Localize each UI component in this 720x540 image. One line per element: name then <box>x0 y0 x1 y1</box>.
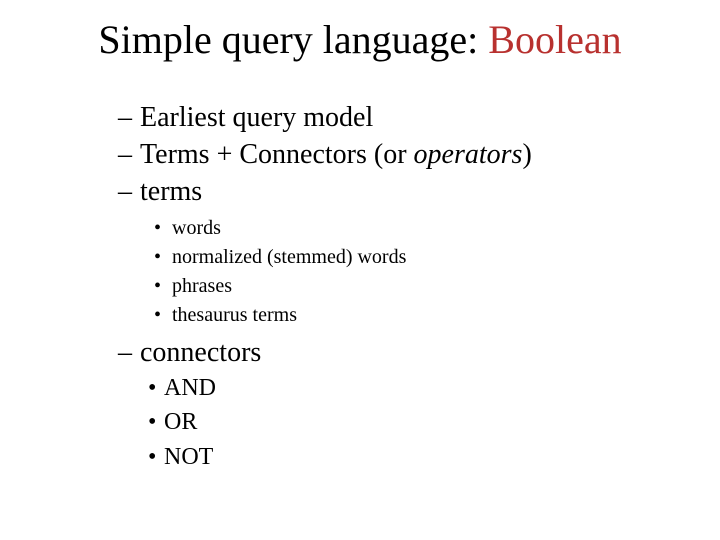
bullet-dot-icon: • <box>148 372 164 404</box>
title-part-1: Simple query language: <box>98 17 488 62</box>
slide-body: –Earliest query model –Terms + Connector… <box>118 100 678 475</box>
bullet-dot-icon: • <box>154 273 172 300</box>
bullet-text-emph: operators <box>414 139 523 170</box>
connectors-sublist: •AND •OR •NOT <box>148 372 678 473</box>
bullet-terms: –terms <box>118 174 678 209</box>
terms-sub-words: •words <box>154 215 678 242</box>
bullet-dot-icon: • <box>148 406 164 438</box>
bullet-text: terms <box>140 176 202 207</box>
bullet-earliest: –Earliest query model <box>118 100 678 135</box>
dash-icon: – <box>118 174 140 209</box>
dash-icon: – <box>118 335 140 370</box>
slide-title: Simple query language: Boolean <box>0 18 720 62</box>
sub-text: thesaurus terms <box>172 304 297 326</box>
sub-text: OR <box>164 409 197 435</box>
sub-text: normalized (stemmed) words <box>172 246 406 268</box>
sub-text: words <box>172 217 221 239</box>
conn-sub-or: •OR <box>148 406 678 438</box>
bullet-text-pre: Terms + Connectors (or <box>140 139 414 170</box>
bullet-terms-connectors: –Terms + Connectors (or operators) <box>118 137 678 172</box>
bullet-text-post: ) <box>522 139 531 170</box>
bullet-connectors: –connectors <box>118 335 678 370</box>
slide: Simple query language: Boolean –Earliest… <box>0 0 720 540</box>
sub-text: AND <box>164 375 216 401</box>
sub-text: NOT <box>164 444 213 470</box>
terms-sub-thesaurus: •thesaurus terms <box>154 302 678 329</box>
dash-icon: – <box>118 137 140 172</box>
dash-icon: – <box>118 100 140 135</box>
bullet-text: Earliest query model <box>140 102 373 133</box>
conn-sub-and: •AND <box>148 372 678 404</box>
terms-sub-phrases: •phrases <box>154 273 678 300</box>
conn-sub-not: •NOT <box>148 441 678 473</box>
terms-sublist: •words •normalized (stemmed) words •phra… <box>154 215 678 329</box>
sub-text: phrases <box>172 275 232 297</box>
bullet-dot-icon: • <box>148 441 164 473</box>
bullet-text: connectors <box>140 337 261 368</box>
bullet-dot-icon: • <box>154 244 172 271</box>
terms-sub-normalized: •normalized (stemmed) words <box>154 244 678 271</box>
bullet-dot-icon: • <box>154 215 172 242</box>
bullet-dot-icon: • <box>154 302 172 329</box>
title-part-2: Boolean <box>488 17 621 62</box>
